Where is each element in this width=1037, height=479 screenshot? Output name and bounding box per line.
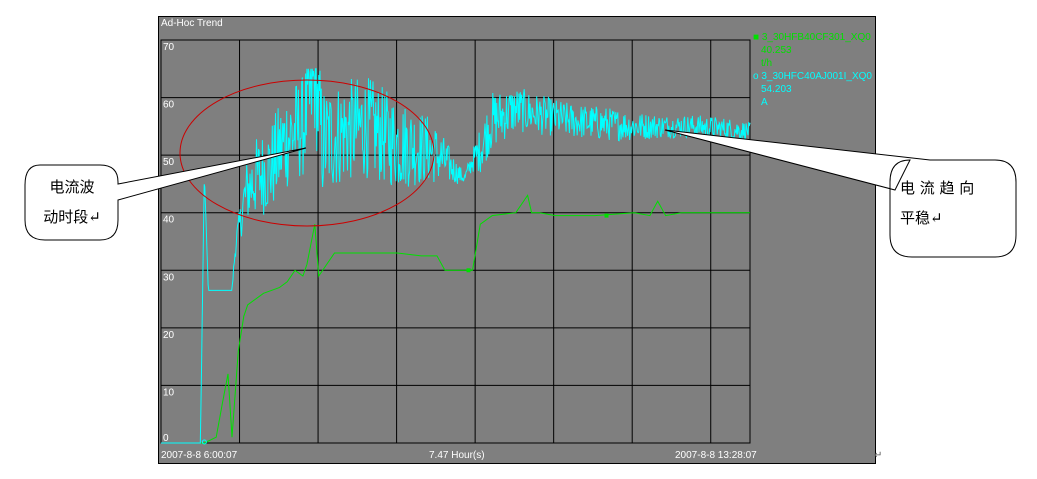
left-callout-text: 电流波 动时段↵ xyxy=(30,172,114,232)
right-callout-text: 电 流 趋 向 平稳↵ xyxy=(900,173,1010,233)
paragraph-mark: ↵ xyxy=(874,450,883,461)
left-callout-line-1: 电流波 xyxy=(49,178,95,196)
right-callout-line-2: 平稳↵ xyxy=(900,209,943,227)
annotation-overlay xyxy=(24,129,1017,258)
right-callout-line-1: 电 流 趋 向 xyxy=(900,179,975,197)
left-callout-line-2: 动时段↵ xyxy=(43,208,101,226)
